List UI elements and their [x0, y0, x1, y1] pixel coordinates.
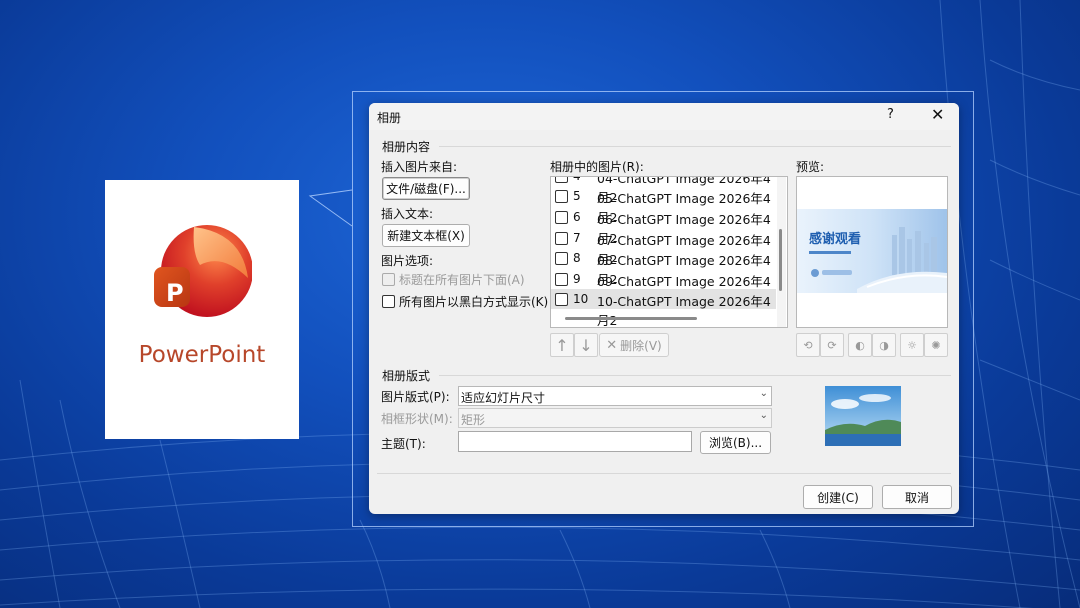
move-down-icon[interactable]: ↓ — [574, 333, 598, 357]
list-vertical-scrollbar[interactable] — [777, 177, 786, 327]
delete-x-icon: ✕ — [606, 337, 618, 353]
picture-options-label: 图片选项: — [381, 254, 434, 268]
picture-name: 10-ChatGPT Image 2026年4月2 — [597, 294, 771, 328]
insert-text-label: 插入文本: — [381, 207, 434, 221]
theme-input[interactable] — [458, 431, 692, 452]
preview-label: 预览: — [796, 160, 825, 174]
chevron-down-icon: ⌄ — [759, 388, 768, 399]
picture-checkbox[interactable] — [555, 293, 568, 306]
move-up-icon[interactable]: ↑ — [550, 333, 574, 357]
contrast-up-icon[interactable]: ◐ — [848, 333, 872, 357]
cancel-button[interactable]: 取消 — [882, 485, 952, 509]
picture-number: 9 — [573, 272, 581, 286]
rotate-left-icon[interactable]: ⟲ — [796, 333, 820, 357]
picture-checkbox[interactable] — [555, 252, 568, 265]
preview-slide-title: 感谢观看 — [809, 232, 862, 247]
picture-number: 8 — [573, 251, 581, 265]
caption-below-label: 标题在所有图片下面(A) — [399, 273, 525, 287]
section-divider — [439, 146, 951, 147]
black-white-label: 所有图片以黑白方式显示(K) — [399, 295, 549, 309]
dialog-title: 相册 — [377, 111, 402, 125]
chevron-down-icon: ⌄ — [759, 410, 768, 421]
list-item[interactable]: 8 08-ChatGPT Image 2026年4月2 — [551, 248, 776, 287]
create-button[interactable]: 创建(C) — [803, 485, 873, 509]
section-content-label: 相册内容 — [382, 140, 431, 154]
section-layout-label: 相册版式 — [382, 369, 431, 383]
picture-number: 6 — [573, 210, 581, 224]
picture-checkbox[interactable] — [555, 232, 568, 245]
callout-pointer — [308, 189, 353, 227]
picture-checkbox[interactable] — [555, 177, 568, 183]
close-icon[interactable]: ✕ — [931, 105, 944, 124]
powerpoint-logo-letter: P — [166, 279, 184, 307]
contrast-down-icon[interactable]: ◑ — [872, 333, 896, 357]
new-textbox-button[interactable]: 新建文本框(X) — [382, 224, 470, 247]
picture-number: 10 — [573, 292, 589, 306]
preview-slide-image — [797, 209, 947, 293]
caption-below-checkbox[interactable] — [382, 273, 395, 286]
layout-preview-image — [825, 386, 901, 446]
delete-button[interactable]: ✕ 删除(V) — [599, 333, 669, 357]
picture-layout-label: 图片版式(P): — [381, 390, 450, 404]
section-divider — [439, 375, 951, 376]
list-horizontal-scrollbar[interactable] — [565, 317, 697, 320]
photo-album-dialog: 相册 ? ✕ 相册内容 插入图片来自: 文件/磁盘(F)... 插入文本: 新建… — [369, 103, 959, 514]
list-item[interactable]: 6 06-ChatGPT Image 2026年4月2 — [551, 207, 776, 246]
footer-divider — [377, 473, 951, 474]
picture-layout-value: 适应幻灯片尺寸 — [461, 391, 546, 405]
rotate-right-icon[interactable]: ⟳ — [820, 333, 844, 357]
picture-checkbox[interactable] — [555, 211, 568, 224]
frame-shape-select[interactable]: 矩形 ⌄ — [458, 408, 772, 428]
powerpoint-card: P PowerPoint — [105, 180, 299, 439]
list-item[interactable]: 4 04-ChatGPT Image 2026年4月2 — [551, 176, 776, 205]
brightness-down-icon[interactable]: ✺ — [924, 333, 948, 357]
pictures-in-album-label: 相册中的图片(R): — [550, 160, 644, 174]
app-name: PowerPoint — [138, 342, 266, 368]
delete-label: 删除(V) — [620, 338, 662, 353]
powerpoint-logo-icon — [154, 225, 252, 317]
black-white-checkbox[interactable] — [382, 295, 395, 308]
file-disk-button[interactable]: 文件/磁盘(F)... — [382, 177, 470, 200]
pictures-listbox[interactable]: 4 04-ChatGPT Image 2026年4月2 5 05-ChatGPT… — [550, 176, 788, 328]
theme-label: 主题(T): — [381, 437, 426, 451]
frame-shape-value: 矩形 — [461, 413, 486, 427]
insert-picture-label: 插入图片来自: — [381, 160, 458, 174]
browse-button[interactable]: 浏览(B)... — [700, 431, 771, 454]
list-item[interactable]: 9 09-ChatGPT Image 2026年4月2 — [551, 269, 776, 308]
help-button[interactable]: ? — [887, 107, 894, 122]
scrollbar-thumb[interactable] — [779, 229, 782, 291]
list-item-selected[interactable]: 10 10-ChatGPT Image 2026年4月2 — [551, 289, 776, 327]
list-item[interactable]: 7 07-ChatGPT Image 2026年4月2 — [551, 228, 776, 267]
preview-pane: 感谢观看 — [796, 176, 948, 328]
picture-layout-select[interactable]: 适应幻灯片尺寸 ⌄ — [458, 386, 772, 406]
picture-number: 5 — [573, 189, 581, 203]
picture-number: 7 — [573, 231, 581, 245]
dialog-titlebar[interactable]: 相册 ? ✕ — [369, 103, 959, 130]
frame-shape-label: 相框形状(M): — [381, 412, 453, 426]
list-item[interactable]: 5 05-ChatGPT Image 2026年4月2 — [551, 186, 776, 225]
picture-checkbox[interactable] — [555, 273, 568, 286]
brightness-up-icon[interactable]: ☼ — [900, 333, 924, 357]
picture-number: 4 — [573, 176, 581, 183]
picture-checkbox[interactable] — [555, 190, 568, 203]
